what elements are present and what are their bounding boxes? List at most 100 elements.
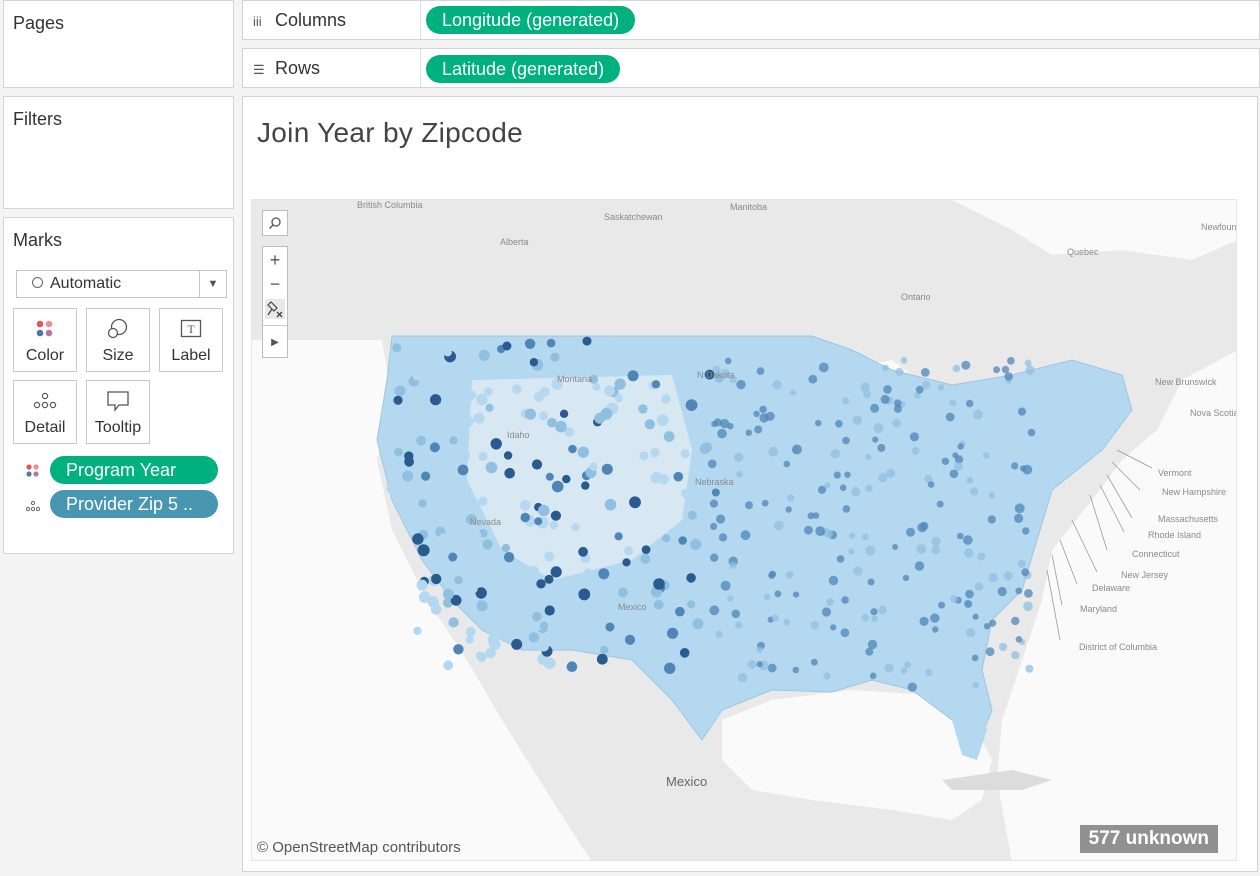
zip-mark[interactable] [737,672,748,683]
zip-mark[interactable] [431,573,442,585]
zip-mark[interactable] [638,404,648,414]
mark-type-dropdown[interactable]: Automatic ▼ [16,270,227,298]
zip-mark[interactable] [687,584,697,593]
zip-mark[interactable] [787,494,795,502]
zip-mark[interactable] [870,403,880,413]
zip-mark[interactable] [971,654,979,662]
zip-mark[interactable] [713,418,722,427]
zip-mark[interactable] [478,349,490,361]
zip-mark[interactable] [432,409,442,419]
zip-mark[interactable] [583,568,594,579]
zip-mark[interactable] [848,548,855,555]
zip-mark[interactable] [478,496,488,506]
zip-mark[interactable] [808,374,818,384]
zip-mark[interactable] [920,368,930,377]
zip-mark[interactable] [720,580,731,591]
zip-mark[interactable] [849,532,856,539]
zip-mark[interactable] [431,460,443,473]
detail-button[interactable]: Detail [13,380,77,444]
zip-mark[interactable] [907,682,917,692]
zip-mark[interactable] [394,385,406,397]
zip-mark[interactable] [524,338,536,349]
zip-mark[interactable] [1017,559,1026,568]
zip-mark[interactable] [503,552,515,563]
zip-mark[interactable] [842,436,850,445]
zip-mark[interactable] [462,502,475,515]
zip-mark[interactable] [577,446,589,458]
zip-mark[interactable] [877,443,886,452]
zip-mark[interactable] [533,391,544,402]
zip-mark[interactable] [488,638,501,651]
zip-mark[interactable] [658,474,669,485]
zip-mark[interactable] [731,609,741,619]
zip-mark[interactable] [865,484,873,492]
chevron-down-icon[interactable]: ▼ [199,271,226,297]
zip-mark[interactable] [637,357,647,367]
zip-mark[interactable] [972,409,983,420]
zip-mark[interactable] [524,408,536,420]
zip-mark[interactable] [988,573,998,583]
zip-mark[interactable] [950,595,958,603]
zip-mark[interactable] [927,481,935,488]
zip-mark[interactable] [457,382,470,394]
zip-mark[interactable] [833,471,841,479]
zip-mark[interactable] [555,632,568,645]
zip-mark[interactable] [865,647,874,656]
zip-mark[interactable] [983,452,990,459]
zip-mark[interactable] [443,348,452,357]
zip-mark[interactable] [704,505,713,514]
zip-mark[interactable] [823,672,831,680]
zip-mark[interactable] [966,627,976,638]
zip-mark[interactable] [895,367,904,376]
program-year-pill[interactable]: Program Year [50,456,218,484]
zip-mark[interactable] [1022,527,1030,535]
zip-mark[interactable] [546,338,556,348]
zip-mark[interactable] [931,536,941,546]
zip-mark[interactable] [550,510,561,521]
zip-mark[interactable] [614,532,623,541]
zip-mark[interactable] [550,566,562,578]
zip-mark[interactable] [842,505,851,513]
zip-mark[interactable] [478,451,488,461]
zip-mark[interactable] [443,660,454,671]
color-button[interactable]: Color [13,308,77,372]
zip-mark[interactable] [938,601,946,609]
zip-mark[interactable] [925,668,933,676]
zip-mark[interactable] [605,622,615,632]
zip-mark[interactable] [448,617,459,628]
zip-mark[interactable] [783,460,791,468]
zip-mark[interactable] [661,394,671,404]
zip-mark[interactable] [756,367,765,375]
zip-mark[interactable] [651,380,661,389]
zip-mark[interactable] [604,498,617,511]
zip-mark[interactable] [641,545,651,554]
zip-mark[interactable] [1025,365,1035,375]
zip-mark[interactable] [692,618,704,630]
zip-mark[interactable] [592,382,601,392]
zip-mark[interactable] [416,435,426,446]
zip-mark[interactable] [665,366,674,376]
zip-mark[interactable] [680,449,690,459]
zip-mark[interactable] [616,341,628,353]
zip-mark[interactable] [465,635,474,644]
pages-card[interactable]: Pages [3,0,234,88]
zip-mark[interactable] [812,512,820,519]
zip-mark[interactable] [997,586,1007,597]
zip-mark[interactable] [601,463,613,475]
zip-mark[interactable] [686,573,696,583]
zip-mark[interactable] [678,536,687,545]
zip-mark[interactable] [880,394,890,404]
zip-mark[interactable] [581,481,590,490]
zip-mark[interactable] [504,467,515,479]
zip-mark[interactable] [961,360,971,370]
zip-mark[interactable] [562,474,571,484]
zip-mark[interactable] [644,419,655,430]
zip-mark[interactable] [418,591,431,603]
zip-mark[interactable] [461,451,471,460]
zip-mark[interactable] [830,624,837,631]
zip-mark[interactable] [1017,407,1027,416]
zip-mark[interactable] [921,380,931,390]
zip-mark[interactable] [624,546,634,556]
zip-mark[interactable] [685,399,698,411]
zip-mark[interactable] [964,600,973,608]
